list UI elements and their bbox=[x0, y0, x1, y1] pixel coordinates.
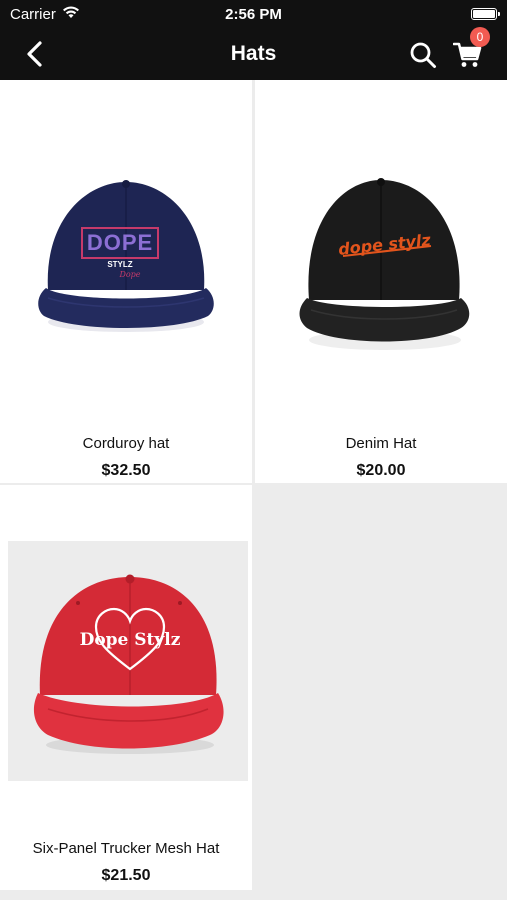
svg-text:Dope Stylz: Dope Stylz bbox=[80, 630, 181, 650]
svg-text:DOPE: DOPE bbox=[87, 230, 153, 255]
status-left: Carrier bbox=[10, 5, 80, 23]
product-price: $21.50 bbox=[101, 867, 151, 884]
product-image: dope stylz bbox=[255, 140, 507, 380]
search-button[interactable] bbox=[406, 38, 440, 72]
product-card[interactable]: dope stylz Denim Hat $20.00 bbox=[255, 80, 507, 483]
product-name: Six-Panel Trucker Mesh Hat bbox=[32, 840, 220, 857]
product-image: DOPE STYLZ Dope bbox=[0, 140, 252, 380]
product-image: Dope Stylz bbox=[8, 541, 248, 781]
product-grid: DOPE STYLZ Dope Corduroy hat $32.50 dope… bbox=[0, 80, 507, 900]
product-card[interactable]: Dope Stylz Six-Panel Trucker Mesh Hat $2… bbox=[0, 485, 252, 890]
wifi-icon bbox=[62, 5, 80, 23]
back-button[interactable] bbox=[18, 38, 50, 70]
cart-count-badge: 0 bbox=[470, 27, 490, 47]
status-bar: Carrier 2:56 PM bbox=[0, 0, 507, 28]
nav-bar: Hats bbox=[0, 28, 507, 80]
product-price: $20.00 bbox=[356, 462, 406, 479]
product-card[interactable]: DOPE STYLZ Dope Corduroy hat $32.50 bbox=[0, 80, 252, 483]
product-name: Corduroy hat bbox=[82, 435, 170, 452]
carrier-label: Carrier bbox=[10, 5, 56, 23]
product-price: $32.50 bbox=[101, 462, 151, 479]
svg-text:Dope: Dope bbox=[118, 270, 140, 279]
search-icon bbox=[410, 42, 436, 68]
product-name: Denim Hat bbox=[345, 435, 417, 452]
chevron-left-icon bbox=[27, 41, 42, 67]
svg-text:STYLZ: STYLZ bbox=[107, 260, 132, 269]
battery-icon bbox=[471, 8, 500, 20]
